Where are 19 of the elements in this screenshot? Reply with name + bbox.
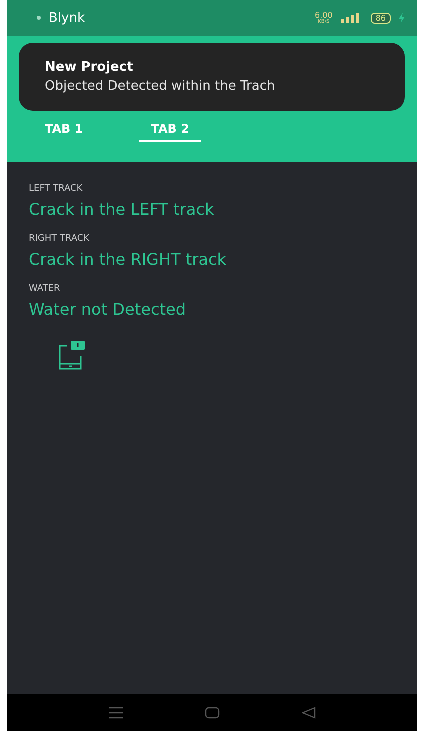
phone-notification-icon[interactable] [57, 340, 87, 370]
widget-label: LEFT TRACK [29, 184, 84, 194]
widget-label: WATER [29, 284, 62, 294]
widget-value: Crack in the LEFT track [29, 200, 216, 219]
widget-value: Water not Detected [29, 300, 188, 319]
notification-banner[interactable]: New Project Objected Detected within the Trach [19, 43, 405, 111]
widget-value: Crack in the RIGHT track [29, 250, 228, 269]
home-icon[interactable] [204, 706, 220, 718]
tab[interactable]: TAB 2 [139, 122, 202, 142]
status-dot-icon [37, 16, 41, 20]
app-name: Blynk [49, 10, 86, 26]
widget-label: RIGHT TRACK [29, 234, 91, 244]
notification-message: Objected Detected within the Trach [45, 79, 276, 94]
back-icon[interactable] [302, 706, 316, 718]
battery-level: 86 [370, 12, 391, 24]
tab[interactable]: TAB 1 [33, 122, 96, 142]
menu-icon[interactable] [108, 706, 122, 718]
notification-title: New Project [45, 60, 134, 75]
network-speed: 6.00 [315, 12, 333, 20]
